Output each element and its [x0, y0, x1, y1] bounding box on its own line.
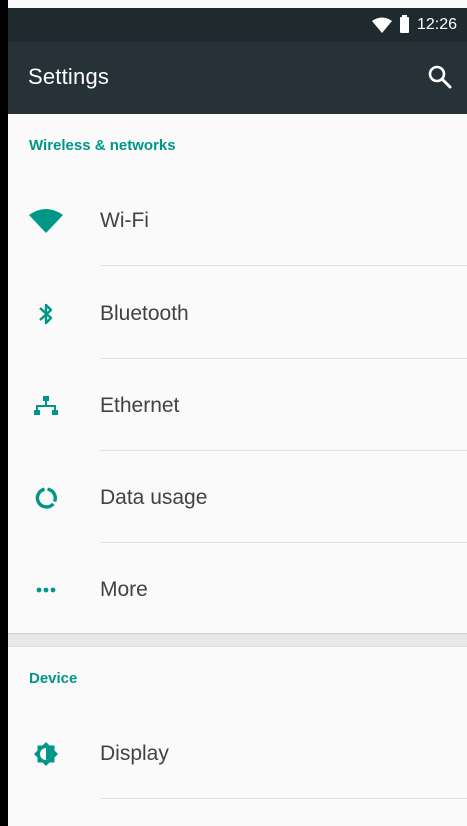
- wifi-signal-icon: [371, 17, 392, 33]
- divider: [100, 265, 467, 266]
- data-usage-icon: [28, 485, 64, 511]
- settings-item-label: Bluetooth: [100, 302, 189, 325]
- settings-item-label: More: [100, 578, 148, 601]
- section-title-wireless: Wireless & networks: [29, 137, 176, 154]
- display-icon: [28, 741, 64, 767]
- app-bar: Settings: [8, 42, 467, 114]
- settings-item-ethernet[interactable]: Ethernet: [8, 359, 467, 451]
- settings-item-wifi[interactable]: Wi-Fi: [8, 174, 467, 266]
- more-icon: [28, 577, 64, 603]
- section-separator: [8, 633, 467, 647]
- settings-item-label: Wi-Fi: [100, 209, 149, 232]
- settings-item-more[interactable]: More: [8, 543, 467, 635]
- settings-screen: 12:26 Settings Wireless & networks Wi-Fi…: [0, 0, 467, 826]
- settings-item-label: Data usage: [100, 486, 208, 509]
- settings-item-label: Ethernet: [100, 394, 180, 417]
- section-title-device: Device: [29, 670, 78, 687]
- battery-icon: [399, 15, 409, 33]
- frame-edge: [0, 0, 8, 826]
- settings-item-display[interactable]: Display: [8, 707, 467, 799]
- divider: [100, 798, 467, 799]
- bluetooth-icon: [28, 301, 64, 327]
- search-icon[interactable]: [427, 64, 453, 90]
- settings-item-bluetooth[interactable]: Bluetooth: [8, 267, 467, 359]
- ethernet-icon: [28, 393, 64, 419]
- status-bar: 12:26: [8, 8, 467, 42]
- page-title: Settings: [28, 64, 110, 89]
- status-time: 12:26: [416, 16, 457, 33]
- wifi-icon: [28, 208, 64, 234]
- settings-item-label: Display: [100, 742, 169, 765]
- settings-item-data-usage[interactable]: Data usage: [8, 451, 467, 543]
